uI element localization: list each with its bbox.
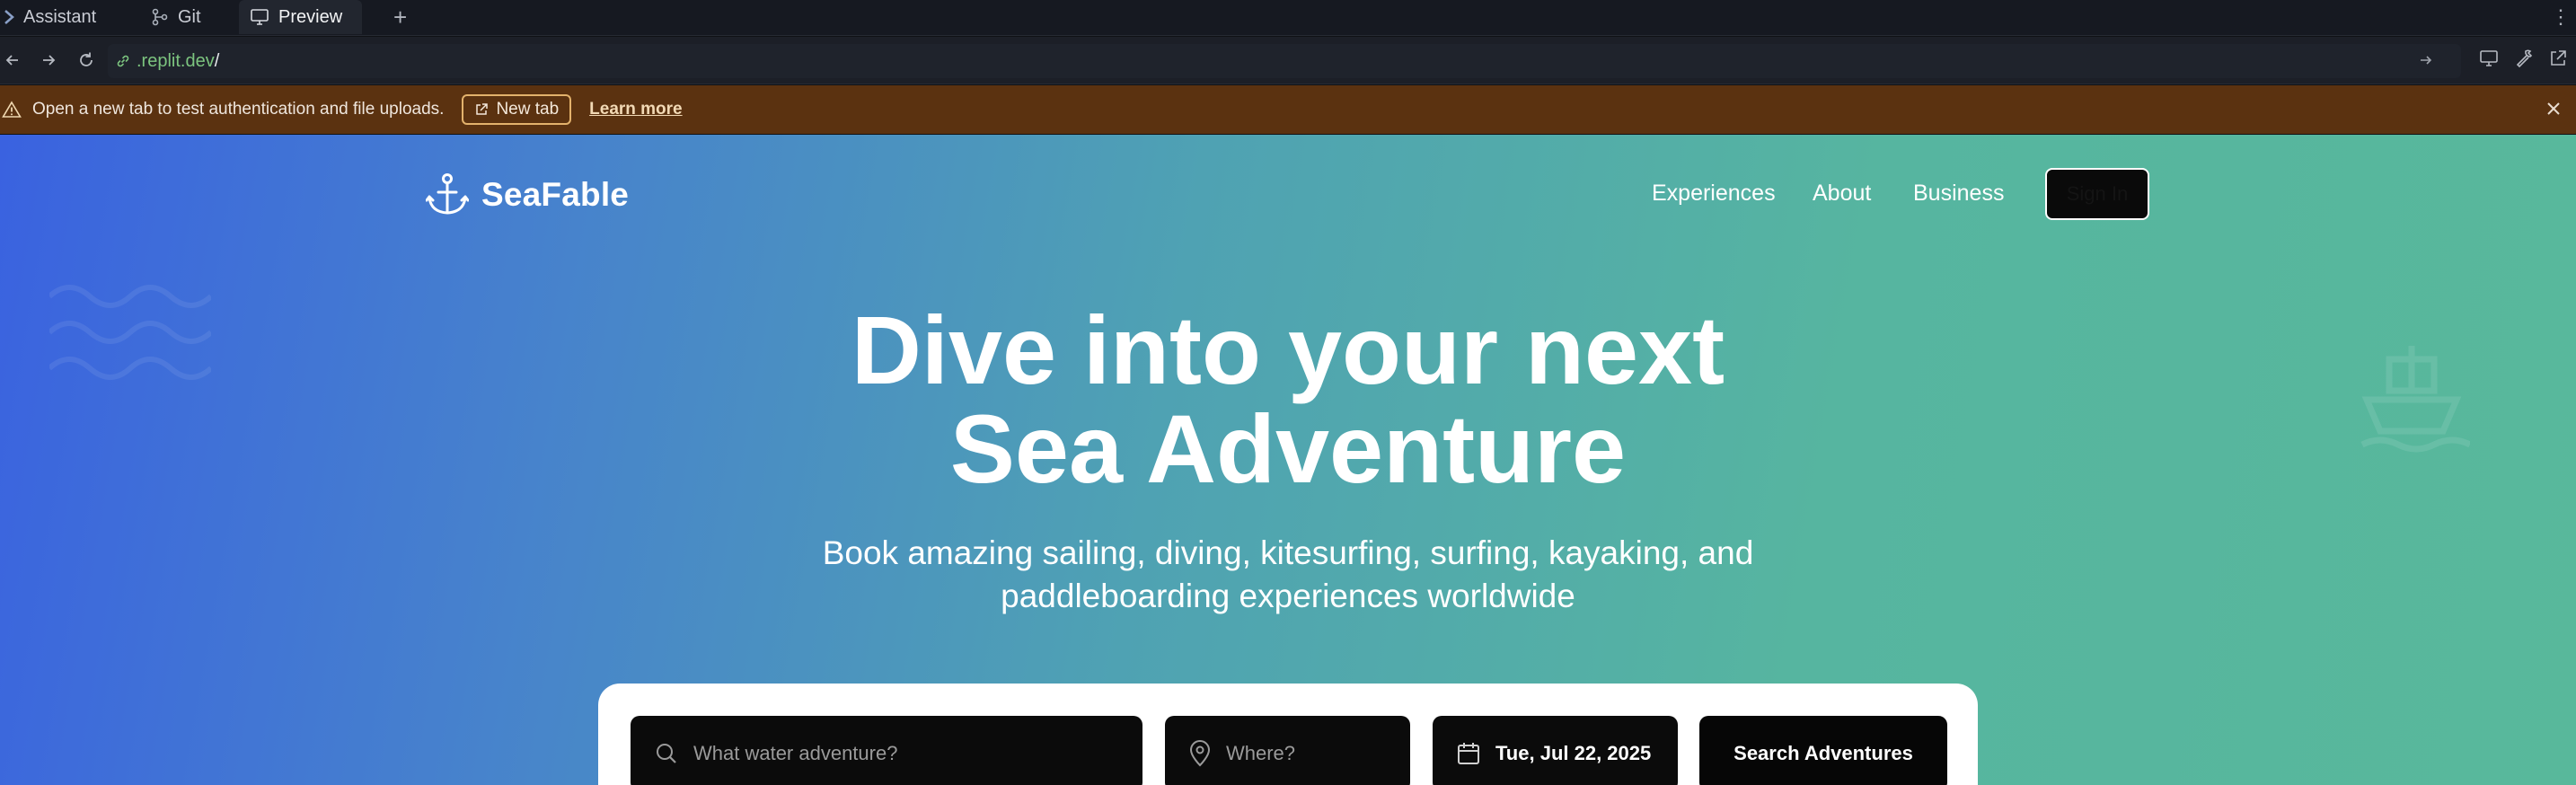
more-options-icon[interactable]: ⋮	[2551, 5, 2571, 29]
ide-tab-bar: Assistant Git Preview + ⋮	[0, 0, 2576, 36]
anchor-icon	[426, 172, 469, 217]
date-value: Tue, Jul 22, 2025	[1495, 742, 1652, 764]
search-icon	[654, 741, 679, 766]
url-host: .replit.dev	[137, 50, 215, 71]
new-tab-label: New tab	[496, 100, 560, 119]
tab-assistant[interactable]: Assistant	[4, 0, 96, 34]
link-icon	[115, 53, 131, 69]
close-icon[interactable]	[2544, 99, 2563, 124]
device-preview-icon[interactable]	[2479, 48, 2501, 74]
brand-name: SeaFable	[481, 176, 630, 213]
hero-subheading: Book amazing sailing, diving, kitesurfin…	[0, 532, 2576, 618]
warning-icon	[2, 101, 22, 119]
brand-logo[interactable]: SeaFable	[426, 172, 629, 217]
open-external-icon[interactable]	[2547, 48, 2569, 74]
location-search-field[interactable]: Where?	[1165, 716, 1410, 785]
forward-button[interactable]	[38, 49, 59, 71]
tab-label: Preview	[278, 6, 343, 27]
activity-search-field[interactable]: What water adventure?	[631, 716, 1142, 785]
auth-warning-banner: Open a new tab to test authentication an…	[0, 85, 2576, 134]
search-adventures-button[interactable]: Search Adventures	[1699, 716, 1947, 785]
subhead-line-1: Book amazing sailing, diving, kitesurfin…	[822, 534, 1754, 571]
tab-label: Assistant	[23, 6, 97, 27]
arrow-right-icon	[43, 55, 56, 66]
activity-placeholder: What water adventure?	[693, 742, 898, 764]
new-tab-button[interactable]: New tab	[462, 94, 572, 125]
nav-about[interactable]: About	[1813, 181, 1871, 207]
tab-preview[interactable]: Preview	[239, 0, 363, 34]
nav-experiences[interactable]: Experiences	[1652, 181, 1776, 207]
assistant-icon	[4, 8, 14, 26]
devtools-wrench-icon[interactable]	[2513, 48, 2535, 74]
open-url-arrow-icon[interactable]	[2418, 52, 2434, 74]
reload-icon	[80, 52, 93, 66]
nav-business[interactable]: Business	[1913, 181, 2004, 207]
url-path: /	[214, 50, 220, 71]
learn-more-link[interactable]: Learn more	[589, 100, 682, 119]
banner-message: Open a new tab to test authentication an…	[32, 100, 445, 119]
date-picker-field[interactable]: Tue, Jul 22, 2025	[1433, 716, 1678, 785]
hero-section: SeaFable Experiences About Business Sign…	[0, 135, 2576, 785]
add-tab-button[interactable]: +	[393, 4, 407, 31]
monitor-icon	[250, 8, 269, 26]
calendar-icon	[1456, 741, 1481, 766]
preview-address-bar: .replit.dev /	[0, 37, 2576, 84]
arrow-left-icon	[5, 55, 18, 66]
reload-button[interactable]	[75, 49, 97, 71]
back-button[interactable]	[2, 49, 23, 71]
headline-line-1: Dive into your next	[851, 295, 1725, 404]
location-placeholder: Where?	[1226, 742, 1296, 764]
external-link-icon	[474, 102, 489, 117]
map-pin-icon	[1188, 740, 1212, 767]
url-field[interactable]: .replit.dev /	[108, 44, 2461, 78]
search-card: What water adventure? Where? Tue, Jul 22…	[598, 684, 1978, 785]
tab-git[interactable]: Git	[151, 0, 201, 34]
address-bar-tools	[2479, 48, 2576, 74]
subhead-line-2: paddleboarding experiences worldwide	[1001, 578, 1575, 614]
hero-headline: Dive into your next Sea Adventure	[0, 301, 2576, 498]
tab-label: Git	[178, 6, 201, 27]
git-branch-icon	[151, 8, 169, 26]
sign-in-button[interactable]: Sign In	[2045, 168, 2149, 220]
headline-line-2: Sea Adventure	[949, 394, 1627, 503]
